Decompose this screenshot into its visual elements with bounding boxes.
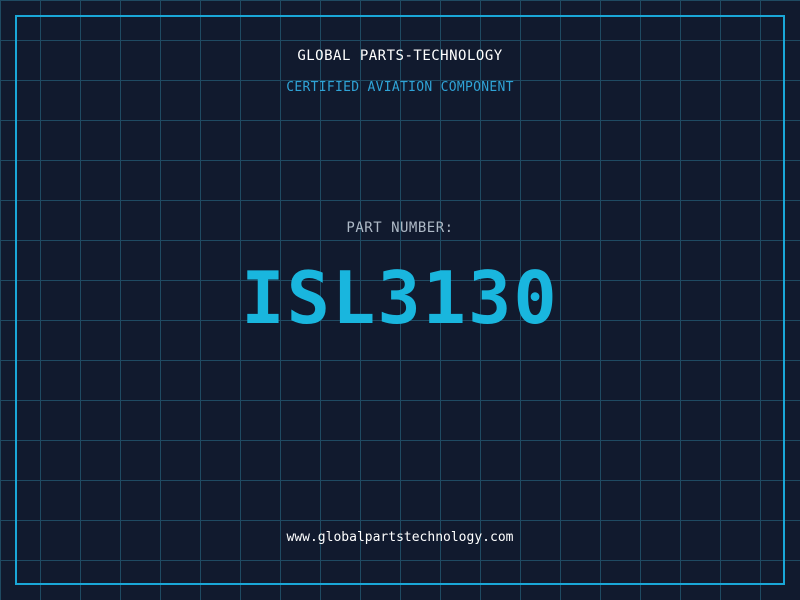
part-number: ISL3130 [241, 256, 559, 340]
company-name: GLOBAL PARTS-TECHNOLOGY [297, 48, 503, 64]
website-url: www.globalpartstechnology.com [286, 530, 514, 545]
tagline: CERTIFIED AVIATION COMPONENT [286, 80, 514, 95]
part-number-label: PART NUMBER: [346, 220, 454, 236]
